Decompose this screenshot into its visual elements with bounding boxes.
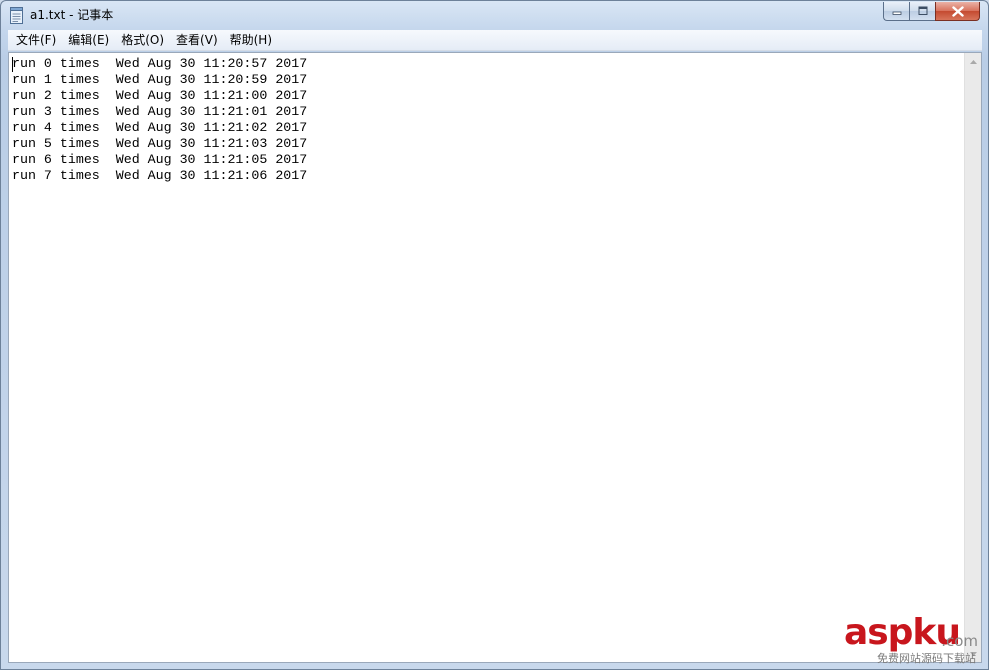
text-caret [12, 57, 13, 72]
close-icon [951, 5, 964, 17]
menu-edit[interactable]: 编辑(E) [62, 31, 115, 50]
watermark-tagline: 免费网站源码下载站 [877, 652, 976, 665]
minimize-icon [892, 11, 901, 15]
text-line: run 2 times Wed Aug 30 11:21:00 2017 [12, 88, 308, 103]
text-line: run 7 times Wed Aug 30 11:21:06 2017 [12, 168, 308, 183]
notepad-window: a1.txt - 记事本 文件(F) 编辑(E) 格式(O) 查看(V) 帮助(… [0, 0, 989, 670]
watermark: aspku .com 免费网站源码下载站 [808, 613, 978, 665]
caption-buttons [883, 2, 980, 22]
menu-file[interactable]: 文件(F) [10, 31, 62, 50]
text-line: run 6 times Wed Aug 30 11:21:05 2017 [12, 152, 308, 167]
text-line: run 5 times Wed Aug 30 11:21:03 2017 [12, 136, 308, 151]
menu-bar: 文件(F) 编辑(E) 格式(O) 查看(V) 帮助(H) [8, 30, 982, 51]
text-line: run 3 times Wed Aug 30 11:21:01 2017 [12, 104, 308, 119]
title-bar[interactable]: a1.txt - 记事本 [1, 1, 988, 30]
text-line: run 4 times Wed Aug 30 11:21:02 2017 [12, 120, 308, 135]
maximize-icon [918, 6, 927, 15]
text-line: run 0 times Wed Aug 30 11:20:57 2017 [12, 56, 308, 71]
text-line: run 1 times Wed Aug 30 11:20:59 2017 [12, 72, 308, 87]
window-title: a1.txt - 记事本 [30, 8, 114, 22]
vertical-scrollbar[interactable] [964, 53, 981, 662]
maximize-button[interactable] [909, 2, 935, 21]
menu-format[interactable]: 格式(O) [115, 31, 170, 50]
editor-content[interactable]: run 0 times Wed Aug 30 11:20:57 2017 run… [12, 56, 307, 184]
menu-help[interactable]: 帮助(H) [224, 31, 278, 50]
arrow-up-icon [969, 59, 977, 64]
scroll-up-button[interactable] [965, 53, 981, 70]
minimize-button[interactable] [883, 2, 909, 21]
watermark-suffix: .com [941, 632, 978, 650]
notepad-icon [10, 7, 23, 24]
text-editor[interactable]: run 0 times Wed Aug 30 11:20:57 2017 run… [8, 52, 982, 663]
close-button[interactable] [935, 2, 980, 21]
menu-view[interactable]: 查看(V) [170, 31, 224, 50]
